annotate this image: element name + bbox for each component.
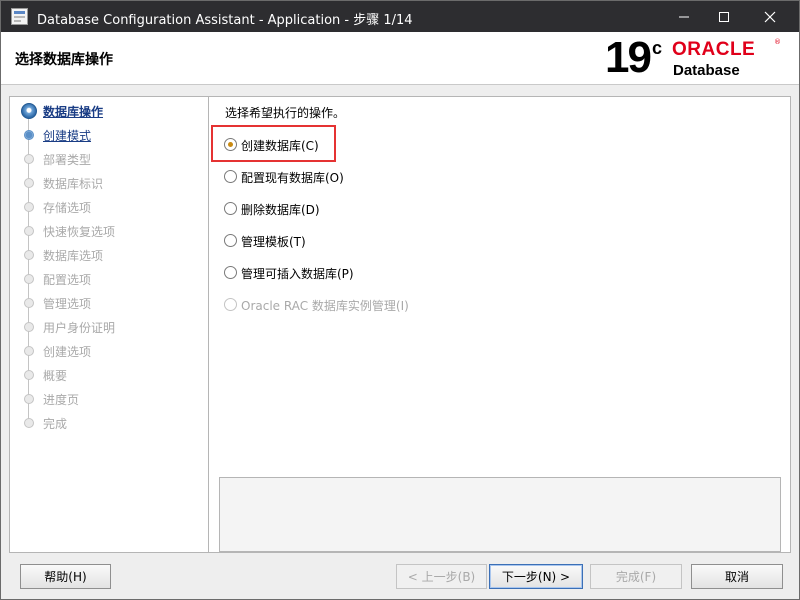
step-pending-icon — [24, 394, 34, 404]
radio-icon[interactable] — [224, 234, 237, 247]
logo-brand: ORACLE — [672, 39, 756, 60]
option-label: 配置现有数据库(O) — [241, 171, 344, 185]
step-label: 数据库选项 — [43, 249, 104, 263]
step-item-config-options: 配置选项 — [20, 269, 205, 289]
step-pending-icon — [24, 154, 34, 164]
step-label: 快速恢复选项 — [43, 225, 116, 239]
close-button[interactable] — [747, 1, 793, 32]
radio-selected-icon[interactable] — [224, 138, 237, 151]
option-label: 创建数据库(C) — [241, 139, 319, 153]
step-pending-icon — [24, 274, 34, 284]
step-label: 数据库标识 — [43, 177, 104, 191]
step-item-management-options: 管理选项 — [20, 293, 205, 313]
step-pending-icon — [24, 298, 34, 308]
step-item-summary: 概要 — [20, 365, 205, 385]
radio-icon[interactable] — [224, 202, 237, 215]
step-pending-icon — [24, 322, 34, 332]
logo-version: 19 — [605, 33, 652, 82]
logo-registered-mark: ® — [774, 38, 781, 46]
step-item-creation-option: 创建选项 — [20, 341, 205, 361]
step-pending-icon — [24, 178, 34, 188]
step-pending-icon — [24, 202, 34, 212]
description-area — [219, 477, 781, 552]
step-next-icon — [24, 130, 34, 140]
maximize-button[interactable] — [701, 1, 747, 32]
next-button[interactable]: 下一步(N) > — [489, 564, 583, 589]
option-configure-existing-database[interactable]: 配置现有数据库(O) — [224, 167, 524, 187]
step-pending-icon — [24, 250, 34, 260]
step-item-db-identification: 数据库标识 — [20, 173, 205, 193]
step-label: 用户身份证明 — [43, 321, 116, 335]
app-window: Database Configuration Assistant - Appli… — [0, 0, 800, 600]
page-title: 选择数据库操作 — [15, 52, 113, 68]
step-navigator: 数据库操作 创建模式 部署类型 数据库标识 存储选项 快速恢复选项 数据库选项 — [9, 96, 209, 553]
step-pending-icon — [24, 418, 34, 428]
option-create-database[interactable]: 创建数据库(C) — [224, 135, 524, 155]
window-title: Database Configuration Assistant - Appli… — [37, 13, 413, 28]
radio-icon[interactable] — [224, 170, 237, 183]
option-rac-instance-management: Oracle RAC 数据库实例管理(I) — [224, 295, 524, 315]
maximize-icon — [719, 11, 729, 22]
step-item-db-options: 数据库选项 — [20, 245, 205, 265]
step-current-icon — [21, 103, 37, 119]
step-label: 创建模式 — [43, 129, 92, 143]
option-label: 删除数据库(D) — [241, 203, 320, 217]
step-item-creation-mode[interactable]: 创建模式 — [20, 125, 205, 145]
step-pending-icon — [24, 226, 34, 236]
radio-disabled-icon — [224, 298, 237, 311]
app-icon — [11, 8, 28, 25]
option-label: Oracle RAC 数据库实例管理(I) — [241, 299, 409, 313]
step-item-progress: 进度页 — [20, 389, 205, 409]
back-button: < 上一步(B) — [396, 564, 487, 589]
step-item-deployment-type: 部署类型 — [20, 149, 205, 169]
option-label: 管理可插入数据库(P) — [241, 267, 354, 281]
step-label: 管理选项 — [43, 297, 92, 311]
step-item-storage-option: 存储选项 — [20, 197, 205, 217]
step-label: 数据库操作 — [43, 105, 104, 119]
logo-superscript: c — [652, 38, 663, 58]
step-item-user-credentials: 用户身份证明 — [20, 317, 205, 337]
minimize-icon — [679, 16, 689, 17]
step-pending-icon — [24, 370, 34, 380]
step-label: 创建选项 — [43, 345, 92, 359]
step-pending-icon — [24, 346, 34, 356]
operation-prompt: 选择希望执行的操作。 — [225, 106, 346, 120]
logo-product: Database — [673, 62, 740, 79]
step-label: 概要 — [43, 369, 68, 383]
option-manage-pluggable-databases[interactable]: 管理可插入数据库(P) — [224, 263, 524, 283]
radio-icon[interactable] — [224, 266, 237, 279]
close-icon — [764, 11, 776, 22]
option-label: 管理模板(T) — [241, 235, 306, 249]
step-item-fast-recovery: 快速恢复选项 — [20, 221, 205, 241]
step-label: 存储选项 — [43, 201, 92, 215]
step-label: 完成 — [43, 417, 68, 431]
step-item-db-operation[interactable]: 数据库操作 — [20, 101, 205, 121]
operation-panel: 选择希望执行的操作。 创建数据库(C) 配置现有数据库(O) 删除数据库(D) … — [209, 96, 791, 553]
step-label: 进度页 — [43, 393, 80, 407]
finish-button: 完成(F) — [590, 564, 682, 589]
step-item-finish: 完成 — [20, 413, 205, 433]
cancel-button[interactable]: 取消 — [691, 564, 783, 589]
header: 选择数据库操作 19 c ORACLE ® Database — [1, 32, 799, 85]
title-bar[interactable]: Database Configuration Assistant - Appli… — [1, 1, 799, 32]
help-button[interactable]: 帮助(H) — [20, 564, 111, 589]
step-label: 配置选项 — [43, 273, 92, 287]
step-label: 部署类型 — [43, 153, 92, 167]
option-delete-database[interactable]: 删除数据库(D) — [224, 199, 524, 219]
option-manage-templates[interactable]: 管理模板(T) — [224, 231, 524, 251]
